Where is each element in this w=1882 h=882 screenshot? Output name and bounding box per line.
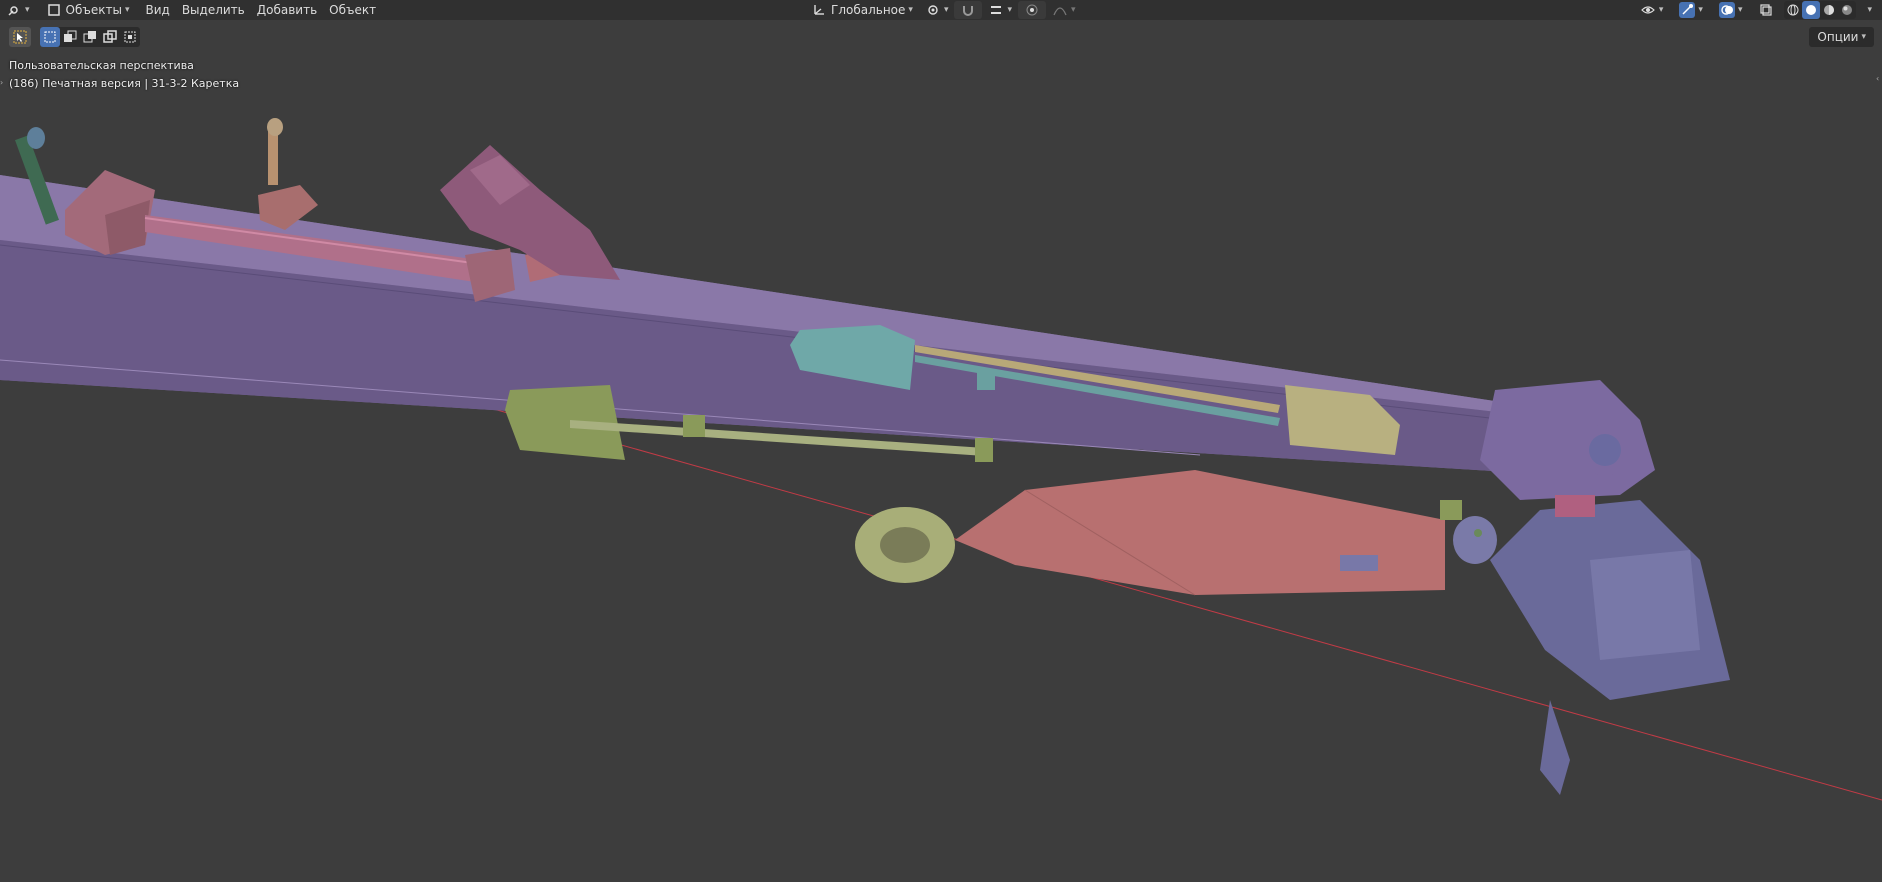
left-toolbar-toggle[interactable]: › <box>0 78 5 88</box>
select-new-icon <box>42 29 58 45</box>
falloff-curve-icon <box>1052 2 1068 18</box>
select-subtract-icon <box>82 29 98 45</box>
xray-icon <box>1758 2 1774 18</box>
proportional-edit-toggle[interactable] <box>1018 1 1046 19</box>
select-intersect-icon <box>122 29 138 45</box>
visibility-dropdown[interactable]: ▾ <box>1634 1 1670 19</box>
mode-label: Объекты <box>65 3 122 17</box>
menu-object[interactable]: Объект <box>323 1 382 19</box>
editor-type-button[interactable]: ▾ <box>0 1 36 19</box>
select-extend-button[interactable] <box>60 27 80 47</box>
select-tool-button[interactable] <box>9 27 31 47</box>
falloff-dropdown[interactable]: ▾ <box>1046 1 1082 19</box>
pivot-point-dropdown[interactable]: ▾ <box>919 1 955 19</box>
selection-mode-group <box>40 27 140 47</box>
xray-toggle[interactable] <box>1752 1 1780 19</box>
options-label: Опции <box>1817 30 1859 44</box>
magnet-icon <box>960 2 976 18</box>
editor-type-icon <box>6 2 22 18</box>
wireframe-sphere-icon <box>1785 2 1801 18</box>
select-new-button[interactable] <box>40 27 60 47</box>
object-info-label: (186) Печатная версия | 31-3-2 Каретка <box>9 77 240 90</box>
right-sidebar-toggle[interactable]: ‹ <box>1876 74 1882 86</box>
orientation-label: Глобальное <box>831 3 906 17</box>
transform-orientation-dropdown[interactable]: Глобальное ▾ <box>805 1 919 19</box>
eye-icon <box>1640 2 1656 18</box>
snap-target-dropdown[interactable]: ▾ <box>982 1 1018 19</box>
mode-selector[interactable]: Объекты ▾ <box>40 1 136 19</box>
proportional-edit-icon <box>1024 2 1040 18</box>
select-intersect-button[interactable] <box>120 27 140 47</box>
menu-view[interactable]: Вид <box>139 1 175 19</box>
menu-select[interactable]: Выделить <box>176 1 251 19</box>
select-invert-icon <box>102 29 118 45</box>
view-name-label: Пользовательская перспектива <box>9 59 194 72</box>
select-extend-icon <box>62 29 78 45</box>
shading-mode-group <box>1784 1 1857 19</box>
gizmo-toggle[interactable]: ▾ <box>1673 1 1709 19</box>
solid-shading-button[interactable] <box>1802 1 1821 19</box>
overlays-icon <box>1718 2 1735 18</box>
select-subtract-button[interactable] <box>80 27 100 47</box>
snap-toggle[interactable] <box>954 1 983 19</box>
end-housing <box>1480 380 1730 795</box>
snap-increment-icon <box>988 2 1004 18</box>
solid-sphere-icon <box>1803 2 1819 18</box>
wireframe-shading-button[interactable] <box>1784 1 1802 19</box>
pivot-connector <box>1440 500 1497 564</box>
object-mode-icon <box>46 2 62 18</box>
3d-viewport[interactable] <box>0 0 1882 882</box>
vertical-post <box>258 118 318 230</box>
overlays-toggle[interactable]: ▾ <box>1713 1 1749 19</box>
cursor-arrow-icon <box>12 29 28 45</box>
menu-add[interactable]: Добавить <box>251 1 323 19</box>
options-dropdown[interactable]: Опции ▾ <box>1809 27 1874 47</box>
shading-options-dropdown[interactable]: ▾ <box>1860 1 1876 19</box>
material-shading-button[interactable] <box>1820 1 1838 19</box>
orientation-axes-icon <box>811 2 827 18</box>
viewport-header: ▾ Объекты ▾ Вид Выделить Добавить Объект… <box>0 0 1882 20</box>
rendered-shading-button[interactable] <box>1838 1 1856 19</box>
tool-selector <box>9 27 31 47</box>
rendered-sphere-icon <box>1839 2 1855 18</box>
gizmo-icon <box>1679 2 1696 18</box>
pink-arm <box>955 470 1445 596</box>
pivot-icon <box>925 2 941 18</box>
material-sphere-icon <box>1821 2 1837 18</box>
select-invert-button[interactable] <box>100 27 120 47</box>
ring-torus <box>855 507 955 583</box>
